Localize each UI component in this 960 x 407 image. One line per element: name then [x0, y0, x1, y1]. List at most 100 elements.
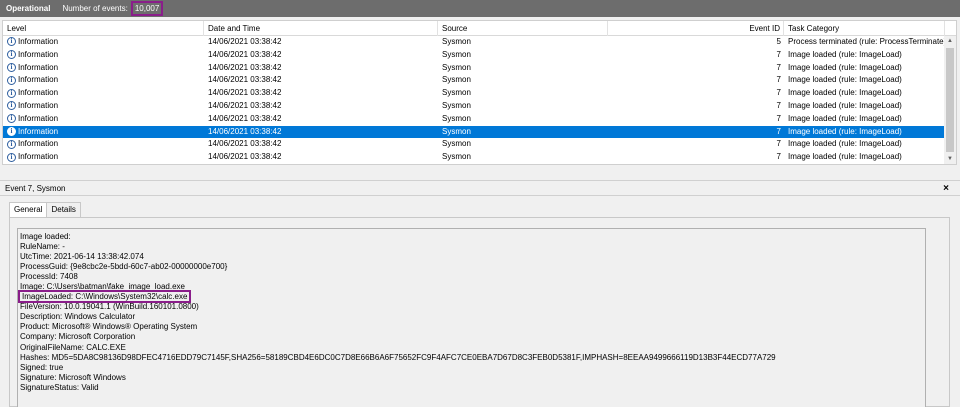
event-detail-header: Event 7, Sysmon × [0, 180, 960, 196]
cell-source: Sysmon [438, 138, 608, 151]
description-line: UtcTime: 2021-06-14 13:38:42.074 [20, 252, 925, 262]
description-line: Hashes: MD5=5DA8C98136D98DFEC4716EDD79C7… [20, 353, 925, 363]
cell-level: i Information [3, 62, 204, 75]
table-row[interactable]: i Information 14/06/2021 03:38:42 Sysmon 7 Im… [3, 49, 956, 62]
table-body: i Information 14/06/2021 03:38:42 Sysmon 5 Pr… [3, 36, 956, 164]
table-row[interactable]: i Information 14/06/2021 03:38:42 Sysmon 7 Im… [3, 125, 956, 139]
column-header-task-category[interactable]: Task Category [784, 21, 945, 36]
cell-date: 14/06/2021 03:38:42 [204, 100, 438, 113]
cell-date: 14/06/2021 03:38:42 [204, 49, 438, 62]
cell-event-id: 7 [608, 151, 784, 164]
column-header-source[interactable]: Source [438, 21, 608, 36]
cell-event-id-text: 7 [776, 49, 781, 59]
cell-event-id: 7 [608, 49, 784, 62]
scrollbar-thumb[interactable] [946, 48, 954, 152]
cell-date-text: 14/06/2021 03:38:42 [208, 139, 282, 149]
description-line-text: Hashes: MD5=5DA8C98136D98DFEC4716EDD79C7… [20, 352, 776, 362]
cell-level-text: Information [18, 62, 59, 72]
cell-level-text: Information [18, 126, 59, 136]
cell-date: 14/06/2021 03:38:42 [204, 138, 438, 151]
cell-date-text: 14/06/2021 03:38:42 [208, 49, 282, 59]
table-row[interactable]: i Information 14/06/2021 03:38:42 Sysmon 7 Im… [3, 138, 956, 151]
cell-level-text: Information [18, 100, 59, 110]
cell-event-id-text: 7 [776, 62, 781, 72]
cell-task-category-text: Process terminated (rule: ProcessTermina… [788, 37, 945, 46]
cell-level: i Information [3, 151, 204, 164]
cell-source-text: Sysmon [442, 126, 471, 136]
cell-source: Sysmon [438, 74, 608, 87]
table-row[interactable]: i Information 14/06/2021 03:38:42 Sysmon 5 Pr… [3, 36, 956, 49]
vertical-scrollbar[interactable]: ▲ ▼ [944, 36, 956, 164]
cell-task-category-text: Image loaded (rule: ImageLoad) [788, 88, 902, 98]
cell-event-id-text: 7 [776, 152, 781, 162]
cell-event-id: 5 [608, 36, 784, 49]
description-line: ProcessId: 7408 [20, 272, 925, 282]
cell-source: Sysmon [438, 113, 608, 126]
description-line: Signed: true [20, 363, 925, 373]
cell-level: i Information [3, 100, 204, 113]
cell-event-id-text: 7 [776, 100, 781, 110]
cell-event-id: 7 [608, 138, 784, 151]
cell-source-text: Sysmon [442, 37, 471, 46]
close-icon[interactable]: × [943, 181, 949, 196]
cell-source-text: Sysmon [442, 49, 471, 59]
cell-event-id: 7 [608, 100, 784, 113]
description-line: Image loaded: [20, 232, 925, 242]
description-line: Description: Windows Calculator [20, 312, 925, 322]
cell-event-id: 7 [608, 62, 784, 75]
table-row[interactable]: i Information 14/06/2021 03:38:42 Sysmon 7 Im… [3, 100, 956, 113]
cell-level-text: Information [18, 139, 59, 149]
description-line-text: SignatureStatus: Valid [20, 382, 99, 392]
event-description-text[interactable]: Image loaded: RuleName: - UtcTime: 2021-06… [17, 228, 926, 407]
tab-details[interactable]: Details [46, 202, 81, 217]
cell-event-id-text: 7 [776, 126, 781, 136]
information-icon: i [7, 152, 16, 162]
cell-level: i Information [3, 36, 204, 49]
events-table[interactable]: Level Date and Time Source Event ID Task… [2, 20, 957, 165]
description-line-text: FileVersion: 10.0.19041.1 (WinBuild.1601… [20, 302, 199, 312]
cell-source-text: Sysmon [442, 139, 471, 149]
log-name: Operational [6, 4, 51, 13]
information-icon: i [7, 88, 16, 98]
cell-level-text: Information [18, 49, 59, 59]
cell-level-text: Information [18, 75, 59, 85]
cell-level: i Information [3, 49, 204, 62]
table-row[interactable]: i Information 14/06/2021 03:38:42 Sysmon 7 Im… [3, 151, 956, 164]
cell-source-text: Sysmon [442, 100, 471, 110]
cell-date: 14/06/2021 03:38:42 [204, 87, 438, 100]
table-row[interactable]: i Information 14/06/2021 03:38:42 Sysmon 7 Im… [3, 74, 956, 87]
cell-task-category-text: Image loaded (rule: ImageLoad) [788, 152, 902, 162]
cell-task-category-text: Image loaded (rule: ImageLoad) [788, 126, 902, 136]
table-row[interactable]: i Information 14/06/2021 03:38:42 Sysmon 7 Im… [3, 87, 956, 100]
cell-source: Sysmon [438, 49, 608, 62]
description-line: ImageLoaded: C:\Windows\System32\calc.ex… [18, 290, 925, 304]
description-line: Signature: Microsoft Windows [20, 373, 925, 383]
tab-general[interactable]: General [9, 202, 48, 218]
chevron-down-icon[interactable]: ▼ [944, 154, 956, 164]
cell-level: i Information [3, 87, 204, 100]
table-row[interactable]: i Information 14/06/2021 03:38:42 Sysmon 7 Im… [3, 62, 956, 75]
description-line-text: ProcessId: 7408 [20, 272, 78, 282]
cell-task-category: Process terminated (rule: ProcessTermina… [784, 36, 945, 49]
chevron-up-icon[interactable]: ▲ [944, 36, 956, 46]
cell-event-id-text: 7 [776, 113, 781, 123]
cell-task-category: Image loaded (rule: ImageLoad) [784, 74, 945, 87]
cell-source: Sysmon [438, 126, 608, 139]
cell-date-text: 14/06/2021 03:38:42 [208, 37, 282, 46]
column-header-date[interactable]: Date and Time [204, 21, 438, 36]
cell-source: Sysmon [438, 36, 608, 49]
cell-level: i Information [3, 113, 204, 126]
cell-event-id: 7 [608, 126, 784, 139]
cell-level: i Information [3, 74, 204, 87]
information-icon: i [7, 114, 16, 124]
event-count-label: Number of events: [62, 4, 128, 13]
cell-event-id: 7 [608, 87, 784, 100]
cell-task-category-text: Image loaded (rule: ImageLoad) [788, 100, 902, 110]
table-row[interactable]: i Information 14/06/2021 03:38:42 Sysmon 7 Im… [3, 113, 956, 126]
description-line: ProcessGuid: {9e8cbc2e-5bdd-60c7-ab02-00… [20, 262, 925, 272]
cell-source: Sysmon [438, 87, 608, 100]
column-header-event-id[interactable]: Event ID [608, 21, 784, 36]
column-header-level[interactable]: Level [3, 21, 204, 36]
pane-splitter[interactable] [0, 168, 960, 180]
cell-source: Sysmon [438, 100, 608, 113]
